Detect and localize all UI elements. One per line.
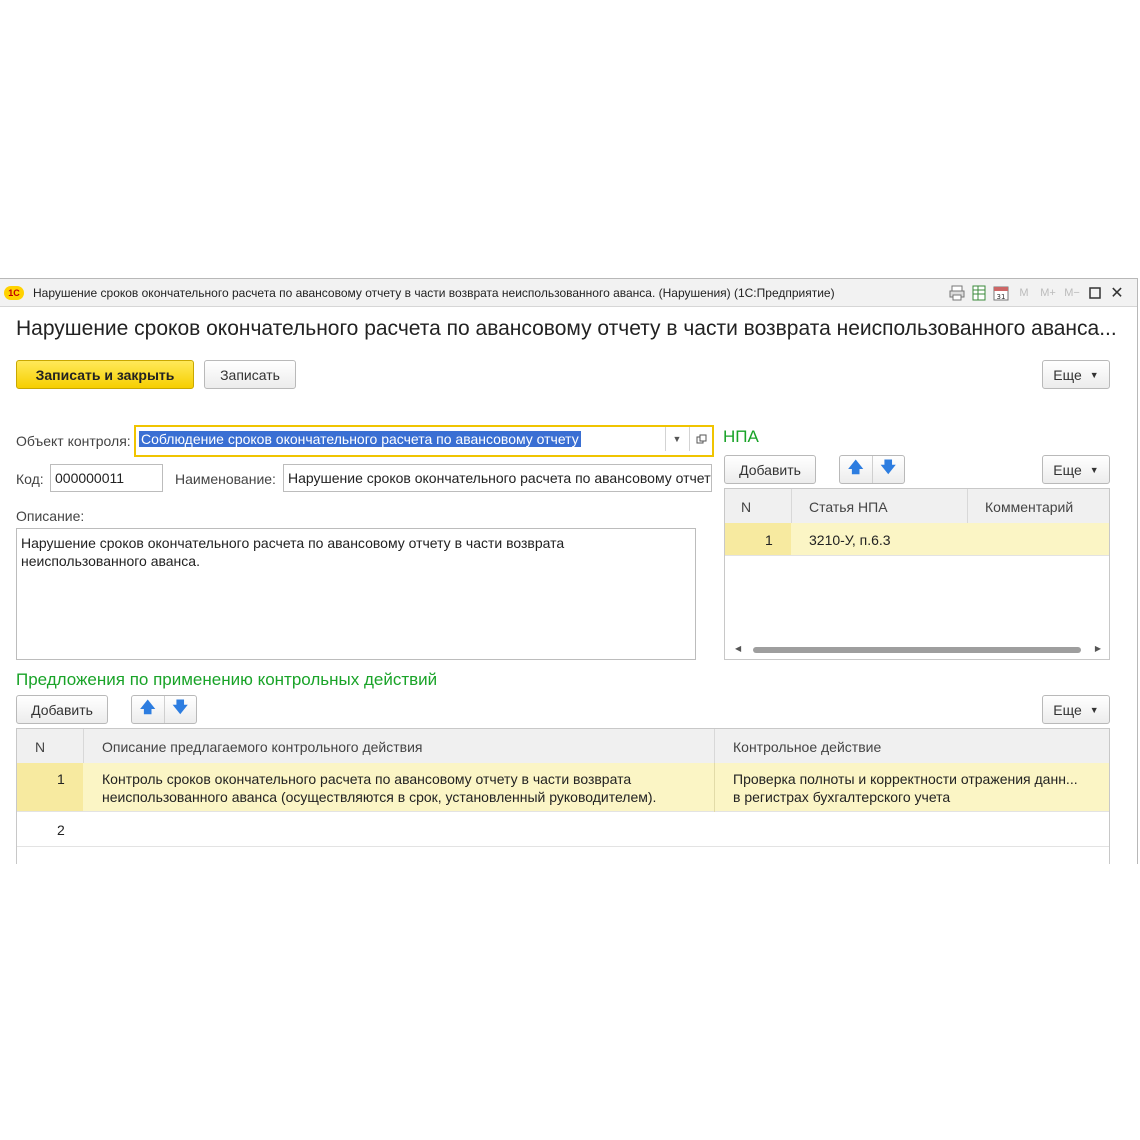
proposals-col-n[interactable]: N <box>35 739 45 755</box>
npa-row-article: 3210-У, п.6.3 <box>809 532 891 548</box>
column-separator <box>967 489 968 523</box>
proposals-row-description-line2: неиспользованного аванса (осуществляются… <box>102 789 657 805</box>
object-input[interactable]: Соблюдение сроков окончательного расчета… <box>134 425 714 457</box>
more-button[interactable]: Еще ▼ <box>1042 360 1110 389</box>
caret-down-icon: ▼ <box>1089 704 1099 715</box>
table-row[interactable]: 1 3210-У, п.6.3 <box>725 523 1109 556</box>
save-and-close-button[interactable]: Записать и закрыть <box>16 360 194 389</box>
scroll-thumb[interactable] <box>753 647 1081 653</box>
memory-m-icon[interactable]: M <box>1013 283 1035 303</box>
column-separator <box>714 729 715 763</box>
memory-m-minus-icon[interactable]: M− <box>1061 283 1083 303</box>
title-bar-icons: 31 M M+ M− ✕ <box>947 283 1127 303</box>
npa-horizontal-scrollbar[interactable]: ◀ ▶ <box>725 644 1109 654</box>
proposals-more-button[interactable]: Еще ▼ <box>1042 695 1110 724</box>
column-separator <box>83 729 84 763</box>
save-button[interactable]: Записать <box>204 360 296 389</box>
name-input[interactable]: Нарушение сроков окончательного расчета … <box>283 464 712 492</box>
proposals-row-description-line1: Контроль сроков окончательного расчета п… <box>102 771 632 787</box>
dropdown-icon[interactable]: ▼ <box>665 427 688 451</box>
move-down-icon[interactable]: 🡇 <box>871 456 905 483</box>
proposals-col-action[interactable]: Контрольное действие <box>733 739 881 755</box>
app-window: 1С Нарушение сроков окончательного расче… <box>0 278 1138 864</box>
npa-add-button[interactable]: Добавить <box>724 455 816 484</box>
npa-heading: НПА <box>723 427 759 446</box>
more-button-label: Еще <box>1053 366 1082 383</box>
move-up-icon[interactable]: 🡅 <box>840 456 872 483</box>
proposals-move-buttons: 🡅 🡇 <box>131 695 197 724</box>
svg-text:31: 31 <box>997 293 1006 301</box>
proposals-row-action-line2: в регистрах бухгалтерского учета <box>733 789 951 805</box>
npa-col-comment[interactable]: Комментарий <box>985 499 1073 515</box>
proposals-table: N Описание предлагаемого контрольного де… <box>16 728 1110 864</box>
open-icon[interactable] <box>689 427 712 451</box>
proposals-add-button[interactable]: Добавить <box>16 695 108 724</box>
proposals-row-n: 1 <box>57 771 65 787</box>
npa-col-n[interactable]: N <box>741 499 751 515</box>
close-icon[interactable]: ✕ <box>1107 283 1127 303</box>
table-icon[interactable] <box>969 283 989 303</box>
move-up-icon[interactable]: 🡅 <box>132 696 164 723</box>
proposals-more-label: Еще <box>1053 701 1082 718</box>
name-label: Наименование: <box>175 471 276 487</box>
row-number-cell <box>17 763 83 811</box>
object-label: Объект контроля: <box>16 433 131 449</box>
window-title: Нарушение сроков окончательного расчета … <box>33 286 835 300</box>
caret-down-icon: ▼ <box>1089 369 1099 380</box>
form-title: Нарушение сроков окончательного расчета … <box>16 317 1117 340</box>
print-icon[interactable] <box>947 283 967 303</box>
npa-more-button[interactable]: Еще ▼ <box>1042 455 1110 484</box>
table-row[interactable]: 2 <box>17 812 1109 847</box>
code-input[interactable]: 000000011 <box>50 464 163 492</box>
title-bar: 1С Нарушение сроков окончательного расче… <box>0 279 1137 307</box>
app-logo: 1С <box>4 286 24 300</box>
npa-col-article[interactable]: Статья НПА <box>809 499 888 515</box>
proposals-col-description[interactable]: Описание предлагаемого контрольного дейс… <box>102 739 423 755</box>
column-separator <box>791 489 792 523</box>
npa-table-header: N Статья НПА Комментарий <box>725 489 1109 524</box>
proposals-row-action-line1: Проверка полноты и корректности отражени… <box>733 771 1078 787</box>
npa-move-buttons: 🡅 🡇 <box>839 455 905 484</box>
maximize-icon[interactable] <box>1085 283 1105 303</box>
description-textarea[interactable]: Нарушение сроков окончательного расчета … <box>16 528 696 660</box>
description-label: Описание: <box>16 508 85 524</box>
npa-row-n: 1 <box>765 532 773 548</box>
proposals-heading: Предложения по применению контрольных де… <box>16 670 438 689</box>
proposals-row-n: 2 <box>57 822 65 838</box>
npa-more-label: Еще <box>1053 461 1082 478</box>
row-number-cell <box>725 523 791 555</box>
table-row[interactable]: 1 Контроль сроков окончательного расчета… <box>17 763 1109 812</box>
npa-table: N Статья НПА Комментарий 1 3210-У, п.6.3… <box>724 488 1110 660</box>
object-value: Соблюдение сроков окончательного расчета… <box>139 431 581 447</box>
calendar-icon[interactable]: 31 <box>991 283 1011 303</box>
scroll-right-icon[interactable]: ▶ <box>1095 644 1101 653</box>
scroll-left-icon[interactable]: ◀ <box>735 644 741 653</box>
code-label: Код: <box>16 471 44 487</box>
caret-down-icon: ▼ <box>1089 464 1099 475</box>
proposals-table-header: N Описание предлагаемого контрольного де… <box>17 729 1109 764</box>
memory-m-plus-icon[interactable]: M+ <box>1037 283 1059 303</box>
move-down-icon[interactable]: 🡇 <box>163 696 197 723</box>
column-separator <box>714 763 715 812</box>
